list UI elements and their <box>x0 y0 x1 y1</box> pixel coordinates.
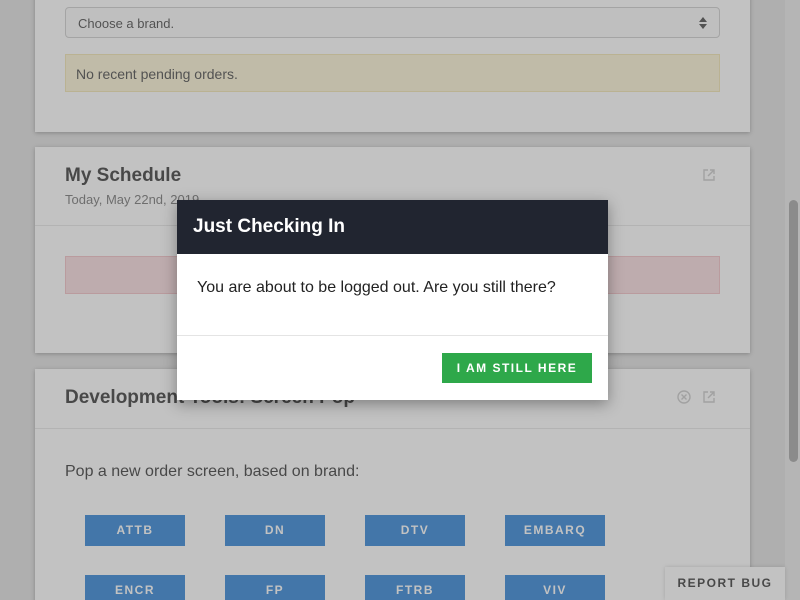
session-timeout-modal: Just Checking In You are about to be log… <box>177 200 608 400</box>
modal-title: Just Checking In <box>177 200 608 254</box>
modal-footer: I AM STILL HERE <box>177 336 608 400</box>
modal-message: You are about to be logged out. Are you … <box>177 254 608 336</box>
still-here-button[interactable]: I AM STILL HERE <box>442 353 592 383</box>
